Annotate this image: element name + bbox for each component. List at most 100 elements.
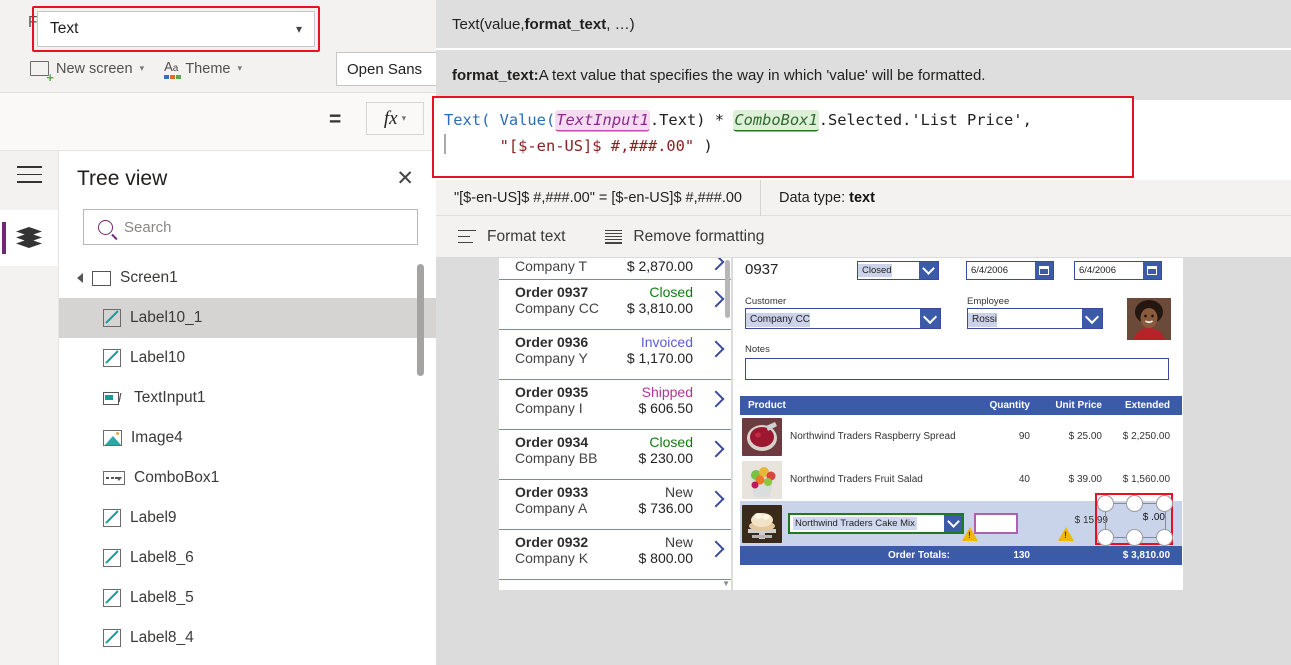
label-icon bbox=[103, 629, 121, 647]
tree-item-label9[interactable]: Label9 bbox=[59, 498, 436, 538]
product-row-editing[interactable]: Northwind Traders Cake Mix $ 15.99 bbox=[740, 493, 1182, 546]
gallery-row-top: Order 0932 New bbox=[515, 534, 719, 550]
property-select[interactable]: Text ▾ bbox=[37, 11, 315, 47]
tree-item-label8-6[interactable]: Label8_6 bbox=[59, 538, 436, 578]
gallery-row-0932[interactable]: Order 0932 New Company K $ 800.00 bbox=[499, 530, 731, 580]
notes-input[interactable] bbox=[745, 358, 1169, 380]
scroll-down-icon[interactable]: ▼ bbox=[722, 579, 730, 588]
description-term: format_text: bbox=[452, 66, 539, 84]
tree-item-label8-4[interactable]: Label8_4 bbox=[59, 618, 436, 658]
tree-view-panel: Tree view ✕ Search Screen1 Label10_1 Lab… bbox=[58, 151, 436, 665]
ship-date-field[interactable]: 6/4/2006 bbox=[1074, 261, 1162, 280]
formula-input[interactable]: Text( Value(TextInput1.Text) * ComboBox1… bbox=[436, 100, 1130, 174]
hamburger-menu-icon[interactable] bbox=[17, 166, 42, 184]
format-text-button[interactable]: Format text bbox=[458, 228, 565, 246]
gallery-row-0936[interactable]: Order 0936 Invoiced Company Y $ 1,170.00 bbox=[499, 330, 731, 380]
fx-button[interactable]: fx ▾ bbox=[366, 102, 424, 135]
col-extended: Extended bbox=[1124, 400, 1170, 411]
signature-suffix: , …) bbox=[606, 15, 635, 33]
signature-param: format_text bbox=[524, 15, 607, 33]
tree-item-label10[interactable]: Label10 bbox=[59, 338, 436, 378]
gallery-row-0937[interactable]: Order 0937 Closed Company CC $ 3,810.00 bbox=[499, 280, 731, 330]
gallery-row-bottom: Company I $ 606.50 bbox=[515, 400, 719, 416]
calendar-icon[interactable] bbox=[1143, 262, 1161, 279]
order-status-dropdown[interactable]: Closed bbox=[857, 261, 939, 280]
gallery-row-top: Order 0935 Shipped bbox=[515, 384, 719, 400]
label-icon bbox=[103, 589, 121, 607]
tree-item-label10-1[interactable]: Label10_1 bbox=[59, 298, 436, 338]
tree-view-header: Tree view ✕ bbox=[59, 151, 436, 206]
search-icon bbox=[98, 219, 113, 235]
tree-item-combobox1[interactable]: ComboBox1 bbox=[59, 458, 436, 498]
formula-token-combobox1: ComboBox1 bbox=[733, 110, 819, 130]
tree-item-screen1[interactable]: Screen1 bbox=[59, 258, 436, 298]
chevron-down-icon[interactable] bbox=[919, 262, 938, 279]
orders-gallery[interactable]: Company T $ 2,870.00 Order 0937 Closed C… bbox=[499, 258, 731, 590]
gallery-status: Invoiced bbox=[640, 334, 693, 350]
gallery-status: Closed bbox=[649, 434, 693, 450]
gallery-order: Order 0934 bbox=[515, 434, 589, 450]
formula-token-dot-text: .Text) bbox=[649, 111, 715, 129]
quantity-input-edit[interactable] bbox=[974, 513, 1018, 534]
rail-tab-tree-view[interactable] bbox=[0, 210, 58, 266]
tree-item-textinput1[interactable]: I TextInput1 bbox=[59, 378, 436, 418]
remove-formatting-button[interactable]: Remove formatting bbox=[605, 228, 764, 246]
search-input[interactable]: Search bbox=[83, 209, 418, 245]
gallery-row-partial[interactable]: Company T $ 2,870.00 bbox=[499, 258, 731, 280]
order-status-value: Closed bbox=[858, 264, 892, 277]
product-unit-price: $ 25.00 bbox=[1068, 431, 1102, 442]
font-family-select[interactable]: Open Sans bbox=[336, 52, 448, 86]
gallery-order: Order 0932 bbox=[515, 534, 589, 550]
new-screen-button[interactable]: New screen ▾ bbox=[30, 60, 145, 84]
gallery-row-top: Order 0937 Closed bbox=[515, 284, 719, 300]
new-screen-icon bbox=[30, 61, 54, 84]
app-canvas: Company T $ 2,870.00 Order 0937 Closed C… bbox=[436, 258, 1291, 665]
tree-scrollbar-thumb[interactable] bbox=[417, 264, 424, 376]
extended-label-selected[interactable]: $ .00 bbox=[1095, 493, 1173, 546]
tree-item-label8-5[interactable]: Label8_5 bbox=[59, 578, 436, 618]
tree-item-label: ComboBox1 bbox=[134, 469, 220, 486]
chevron-down-icon: ▾ bbox=[139, 63, 145, 73]
employee-value: Rossi bbox=[968, 313, 998, 327]
formula-result-bar: "[$-en-US]$ #,###.00" = [$-en-US]$ #,###… bbox=[436, 179, 1291, 216]
tree-item-label: Image4 bbox=[131, 429, 183, 446]
product-name: Northwind Traders Raspberry Spread bbox=[790, 431, 956, 442]
notes-label: Notes bbox=[745, 344, 770, 355]
customer-combobox[interactable]: Company CC bbox=[745, 308, 941, 329]
tree-item-label: Label10 bbox=[130, 349, 186, 366]
tree-scrollbar-track[interactable] bbox=[417, 258, 430, 658]
avatar-image bbox=[1127, 298, 1171, 340]
gallery-amount: $ 736.00 bbox=[638, 500, 694, 516]
order-totals-extended: $ 3,810.00 bbox=[1122, 550, 1170, 561]
function-signature: Text(value, format_text, …) bbox=[436, 0, 1291, 48]
close-icon[interactable]: ✕ bbox=[396, 168, 414, 189]
gallery-scrollbar-thumb[interactable] bbox=[725, 260, 730, 318]
label-icon bbox=[103, 349, 121, 367]
formula-token-value: Value( bbox=[499, 111, 556, 129]
order-totals-row: Order Totals: 130 $ 3,810.00 bbox=[740, 546, 1182, 565]
gallery-row-0933[interactable]: Order 0933 New Company A $ 736.00 bbox=[499, 480, 731, 530]
editor-left-column: File Home Insert View Action New screen … bbox=[0, 0, 448, 665]
gallery-row-0935[interactable]: Order 0935 Shipped Company I $ 606.50 bbox=[499, 380, 731, 430]
tree-item-label: TextInput1 bbox=[134, 389, 206, 406]
theme-label: Theme bbox=[185, 60, 231, 77]
gallery-row-0934[interactable]: Order 0934 Closed Company BB $ 230.00 bbox=[499, 430, 731, 480]
left-rail bbox=[0, 151, 58, 665]
gallery-company: Company K bbox=[515, 550, 589, 566]
new-screen-label: New screen bbox=[56, 60, 133, 77]
label-icon bbox=[103, 309, 121, 327]
order-totals-quantity: 130 bbox=[1013, 550, 1030, 561]
chevron-expand-icon[interactable] bbox=[77, 273, 83, 283]
chevron-down-icon[interactable] bbox=[1082, 309, 1102, 328]
tree-item-image4[interactable]: Image4 bbox=[59, 418, 436, 458]
order-date-field[interactable]: 6/4/2006 bbox=[966, 261, 1054, 280]
chevron-down-icon[interactable] bbox=[920, 309, 940, 328]
product-row[interactable]: Northwind Traders Raspberry Spread 90 $ … bbox=[740, 415, 1182, 458]
calendar-icon[interactable] bbox=[1035, 262, 1053, 279]
gallery-row-bottom: Company A $ 736.00 bbox=[515, 500, 719, 516]
product-combobox-edit[interactable]: Northwind Traders Cake Mix bbox=[788, 513, 964, 534]
chevron-down-icon[interactable] bbox=[944, 515, 962, 532]
theme-button[interactable]: Aa Theme ▾ bbox=[164, 60, 242, 79]
gallery-status: New bbox=[664, 534, 693, 550]
employee-combobox[interactable]: Rossi bbox=[967, 308, 1103, 329]
